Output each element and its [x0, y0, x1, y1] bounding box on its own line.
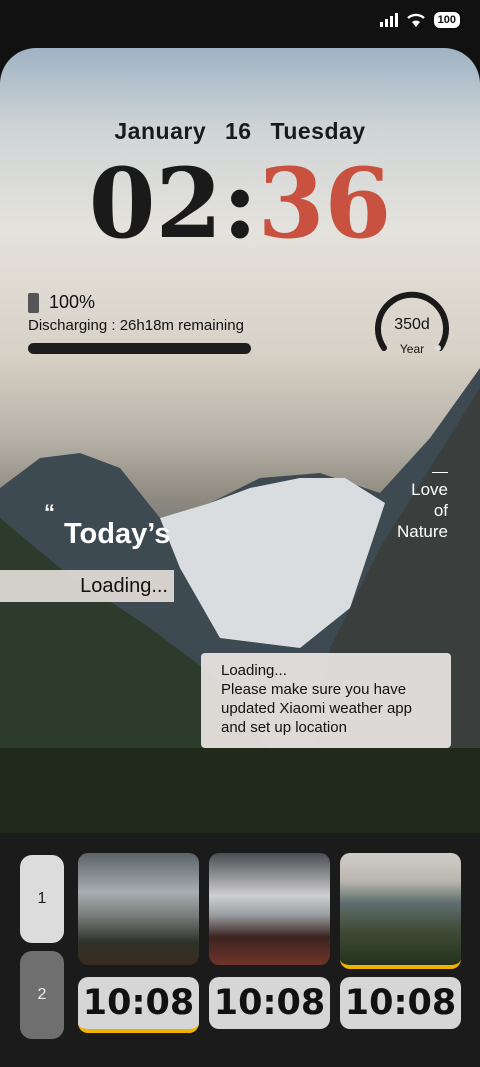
- love-line-1: Love: [411, 480, 448, 499]
- clock-hour: 02: [88, 147, 223, 260]
- wifi-icon: [406, 13, 425, 27]
- clock-style-3[interactable]: 10:08: [340, 977, 461, 1029]
- weather-message: Loading... Please make sure you have upd…: [201, 653, 451, 748]
- quote-loading: Loading...: [0, 570, 174, 602]
- battery-widget: 100% Discharging : 26h18m remaining: [28, 292, 288, 354]
- date-weekday: Tuesday: [270, 118, 366, 144]
- weather-line-1: Loading...: [221, 662, 287, 679]
- status-icons: 100: [379, 12, 460, 28]
- wallpaper-thumb-3[interactable]: [340, 853, 461, 969]
- wallpaper-thumb-1[interactable]: [78, 853, 199, 965]
- page-button-1[interactable]: 1: [20, 855, 64, 943]
- date-month: January: [114, 118, 207, 144]
- battery-status: Discharging : 26h18m remaining: [28, 317, 244, 334]
- love-line-3: Nature: [396, 522, 448, 541]
- lockscreen: January 16 Tuesday 02:36 100% Dischargin…: [0, 48, 480, 1067]
- clock-separator: :: [222, 147, 258, 260]
- love-of-nature: Love of Nature: [397, 472, 448, 542]
- clock-minute: 36: [257, 147, 392, 260]
- status-bar: 100: [0, 0, 480, 44]
- page-button-2[interactable]: 2: [20, 951, 64, 1039]
- year-progress-widget: 350d Year: [372, 288, 452, 368]
- style-picker: 1 2 10:08 10:08 10:08: [0, 833, 480, 1067]
- battery-percent: 100%: [49, 292, 96, 312]
- year-value: 350d: [394, 316, 430, 333]
- weather-line-4: and set up location: [221, 719, 347, 736]
- battery-bar: [28, 343, 251, 354]
- clock-style-2[interactable]: 10:08: [209, 977, 330, 1029]
- weather-line-2: Please make sure you have: [221, 681, 407, 698]
- battery-icon: [28, 292, 39, 313]
- love-line-2: of: [433, 501, 448, 520]
- date-display: January 16 Tuesday: [0, 118, 480, 145]
- lockscreen-clock: 02:36: [0, 156, 480, 252]
- divider: [432, 472, 448, 473]
- year-label: Year: [399, 342, 425, 356]
- quote-mark: “: [44, 500, 55, 525]
- battery-indicator: 100: [433, 12, 460, 28]
- wallpaper-thumb-2[interactable]: [209, 853, 330, 965]
- weather-line-3: updated Xiaomi weather app: [221, 700, 412, 717]
- clock-style-1[interactable]: 10:08: [78, 977, 199, 1033]
- today-title: Today’s: [64, 518, 171, 550]
- date-day: 16: [225, 118, 252, 144]
- signal-icon: [379, 13, 398, 27]
